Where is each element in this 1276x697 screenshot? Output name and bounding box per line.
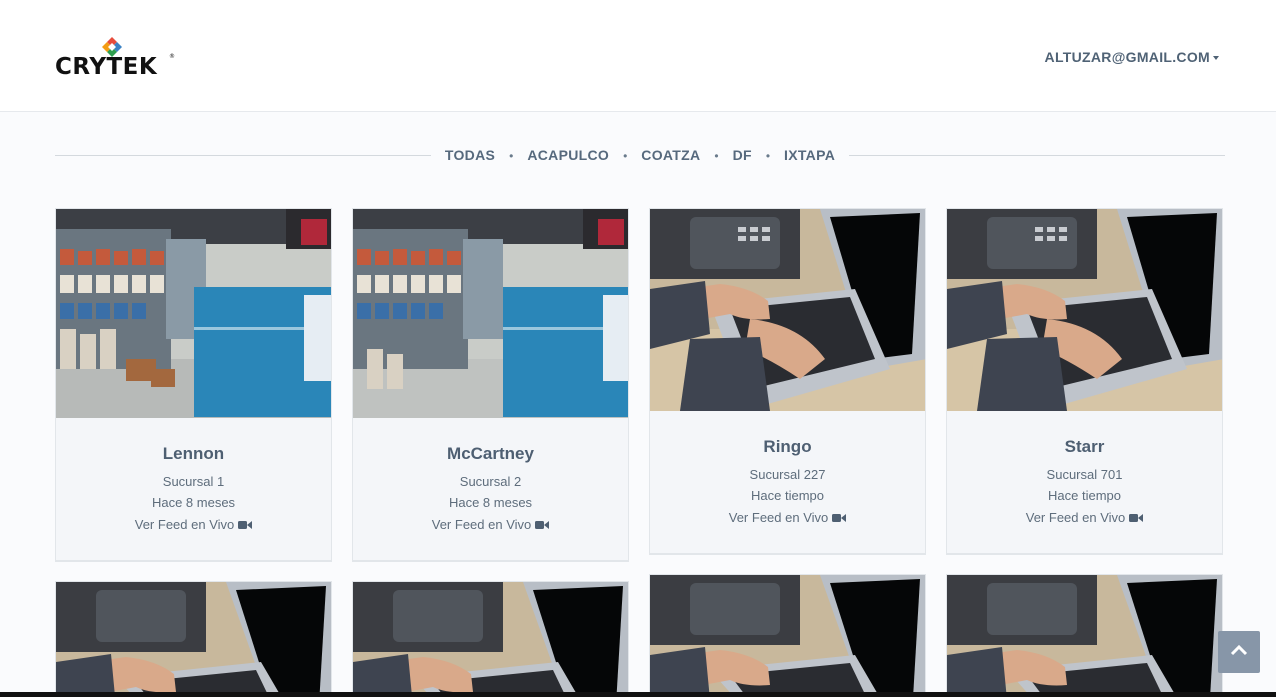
top-navbar: CRYTEK ® ALTUZAR@GMAIL.COM: [0, 0, 1276, 112]
camera-thumbnail[interactable]: [947, 575, 1222, 697]
user-account-menu[interactable]: ALTUZAR@GMAIL.COM: [1045, 49, 1219, 65]
camera-card[interactable]: [946, 574, 1223, 697]
bottom-edge-bar: [0, 692, 1276, 697]
last-seen-label: Hace tiempo: [1048, 488, 1121, 503]
last-seen-label: Hace tiempo: [751, 488, 824, 503]
branch-label: Sucursal 701: [1046, 467, 1123, 482]
camera-name: McCartney: [447, 444, 534, 463]
camera-thumbnail[interactable]: [650, 575, 925, 697]
live-feed-label: Ver Feed en Vivo: [1025, 510, 1126, 525]
filter-separator: •: [623, 149, 628, 163]
camera-name: Lennon: [162, 444, 225, 463]
chevron-up-icon: [1230, 643, 1248, 661]
camera-thumbnail[interactable]: [56, 582, 331, 697]
filter-separator: •: [765, 149, 771, 163]
branch-label: Sucursal 227: [749, 467, 826, 482]
live-feed-link[interactable]: Ver Feed en Vivo: [135, 517, 253, 532]
video-camera-icon: [238, 518, 253, 533]
camera-name: Starr: [1064, 437, 1105, 456]
crytek-logo[interactable]: CRYTEK ®: [55, 34, 177, 78]
filter-coatza[interactable]: COATZA: [641, 141, 700, 169]
camera-thumbnail[interactable]: [353, 209, 628, 418]
live-feed-label: Ver Feed en Vivo: [728, 510, 829, 525]
main-content: TODAS • ACAPULCO • COATZA • DF • IXTAPA: [0, 112, 1276, 697]
filter-acapulco[interactable]: ACAPULCO: [527, 141, 609, 169]
filter-ixtapa[interactable]: IXTAPA: [784, 141, 835, 169]
live-feed-link[interactable]: Ver Feed en Vivo: [729, 510, 847, 525]
camera-thumbnail[interactable]: [650, 209, 925, 411]
camera-thumbnail[interactable]: [56, 209, 331, 418]
camera-thumbnail[interactable]: [947, 209, 1222, 411]
live-feed-link[interactable]: Ver Feed en Vivo: [1026, 510, 1144, 525]
location-filter-bar: TODAS • ACAPULCO • COATZA • DF • IXTAPA: [55, 141, 1225, 171]
filter-separator: •: [714, 149, 719, 163]
branch-label: Sucursal 2: [459, 474, 522, 489]
filter-todas[interactable]: TODAS: [445, 141, 495, 169]
live-feed-label: Ver Feed en Vivo: [134, 517, 235, 532]
camera-card[interactable]: [352, 581, 629, 697]
last-seen-label: Hace 8 meses: [151, 495, 236, 510]
svg-text:®: ®: [169, 53, 175, 60]
video-camera-icon: [535, 518, 550, 533]
camera-card[interactable]: [649, 574, 926, 697]
camera-card[interactable]: Ringo Sucursal 227 Hace tiempo Ver Feed …: [649, 208, 926, 555]
user-email: ALTUZAR@GMAIL.COM: [1044, 49, 1210, 65]
caret-down-icon: [1213, 56, 1219, 61]
camera-thumbnail[interactable]: [353, 582, 628, 697]
scroll-to-top-button[interactable]: [1218, 631, 1260, 673]
video-camera-icon: [832, 511, 847, 526]
video-camera-icon: [1129, 511, 1144, 526]
camera-card[interactable]: Starr Sucursal 701 Hace tiempo Ver Feed …: [946, 208, 1223, 555]
branch-label: Sucursal 1: [162, 474, 225, 489]
filter-separator: •: [509, 149, 514, 163]
filter-df[interactable]: DF: [733, 141, 752, 169]
camera-name: Ringo: [763, 437, 812, 456]
svg-text:CRYTEK: CRYTEK: [55, 54, 158, 78]
camera-card[interactable]: Lennon Sucursal 1 Hace 8 meses Ver Feed …: [55, 208, 332, 562]
live-feed-link[interactable]: Ver Feed en Vivo: [432, 517, 550, 532]
camera-card[interactable]: [55, 581, 332, 697]
camera-card[interactable]: McCartney Sucursal 2 Hace 8 meses Ver Fe…: [352, 208, 629, 562]
last-seen-label: Hace 8 meses: [448, 495, 533, 510]
live-feed-label: Ver Feed en Vivo: [431, 517, 532, 532]
